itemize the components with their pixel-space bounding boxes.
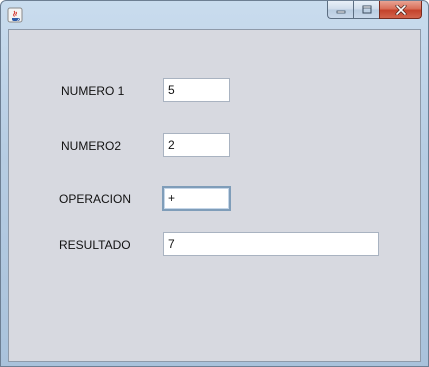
resultado-field[interactable]: 7 (163, 232, 379, 256)
numero2-label: NUMERO2 (61, 139, 122, 153)
operacion-field[interactable]: + (162, 186, 231, 211)
minimize-button[interactable] (327, 1, 353, 19)
resultado-label: RESULTADO (59, 238, 131, 252)
numero1-field[interactable]: 5 (163, 78, 230, 102)
maximize-button[interactable] (353, 1, 379, 19)
java-cup-icon[interactable] (7, 7, 23, 23)
window-controls (327, 1, 422, 20)
content-panel: NUMERO 1 5 NUMERO2 2 OPERACION + RESULTA… (8, 29, 421, 362)
close-icon (395, 4, 406, 15)
app-window: NUMERO 1 5 NUMERO2 2 OPERACION + RESULTA… (0, 0, 429, 367)
numero1-label: NUMERO 1 (61, 84, 125, 98)
numero2-field[interactable]: 2 (163, 133, 230, 157)
operacion-label: OPERACION (59, 192, 132, 206)
close-button[interactable] (379, 1, 422, 19)
maximize-icon (362, 5, 371, 14)
title-bar[interactable] (1, 1, 428, 29)
minimize-icon (336, 10, 345, 13)
